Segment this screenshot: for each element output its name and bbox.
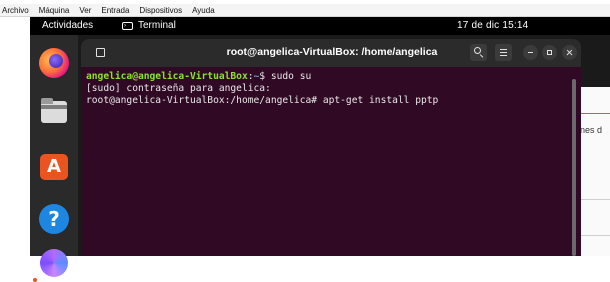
clock[interactable]: 17 de dic 15:14 (457, 20, 528, 31)
terminal-line: angelica@angelica-VirtualBox:~$ sudo su (86, 71, 581, 83)
terminal-window: root@angelica-VirtualBox: /home/angelica (81, 39, 581, 256)
maximize-button[interactable] (542, 45, 557, 60)
terminal-line: root@angelica-VirtualBox:/home/angelica#… (86, 95, 439, 106)
gnome-top-bar: Actividades › Terminal 17 de dic 15:14 (30, 17, 610, 35)
new-tab-icon (96, 48, 105, 57)
dock: A ? (30, 35, 78, 282)
menu-ayuda[interactable]: Ayuda (192, 6, 215, 15)
menu-maquina[interactable]: Máquina (39, 6, 70, 15)
minimize-icon (528, 52, 533, 54)
help-icon[interactable]: ? (38, 203, 70, 235)
menu-dispositivos[interactable]: Dispositivos (139, 6, 182, 15)
topbar-app-name: Terminal (138, 20, 176, 31)
close-button[interactable] (562, 45, 577, 60)
new-tab-button[interactable] (93, 45, 109, 61)
running-indicator (33, 278, 37, 282)
terminal-scrollbar[interactable] (572, 79, 576, 256)
prompt-user-host: angelica@angelica-VirtualBox (86, 71, 248, 82)
terminal-titlebar[interactable]: root@angelica-VirtualBox: /home/angelica (81, 39, 581, 67)
background-window-text: nes d (580, 125, 603, 135)
software-icon[interactable]: A (38, 150, 70, 182)
minimize-button[interactable] (523, 45, 538, 60)
guest-desktop: Actividades › Terminal 17 de dic 15:14 A… (30, 17, 610, 282)
menu-button[interactable] (495, 44, 512, 61)
show-apps-icon[interactable] (38, 247, 70, 279)
menu-entrada[interactable]: Entrada (101, 6, 129, 15)
window-title: root@angelica-VirtualBox: /home/angelica (226, 46, 438, 58)
hamburger-icon (500, 49, 507, 51)
prompt-command: $ sudo su (259, 71, 312, 82)
terminal-line: [sudo] contraseña para angelica: (86, 83, 271, 94)
activities-button[interactable]: Actividades (42, 20, 93, 31)
background-window[interactable]: nes d (578, 87, 610, 256)
menu-archivo[interactable]: Archivo (2, 6, 29, 15)
terminal-icon: › (122, 21, 133, 30)
files-icon[interactable] (38, 95, 70, 127)
terminal-output[interactable]: angelica@angelica-VirtualBox:~$ sudo su … (81, 67, 581, 256)
maximize-icon (547, 50, 552, 55)
topbar-app-menu[interactable]: › Terminal (122, 20, 176, 31)
virtualbox-menubar: Archivo Máquina Ver Entrada Dispositivos… (0, 4, 610, 17)
search-button[interactable] (470, 44, 487, 61)
firefox-icon[interactable] (38, 47, 70, 79)
menu-ver[interactable]: Ver (79, 6, 91, 15)
